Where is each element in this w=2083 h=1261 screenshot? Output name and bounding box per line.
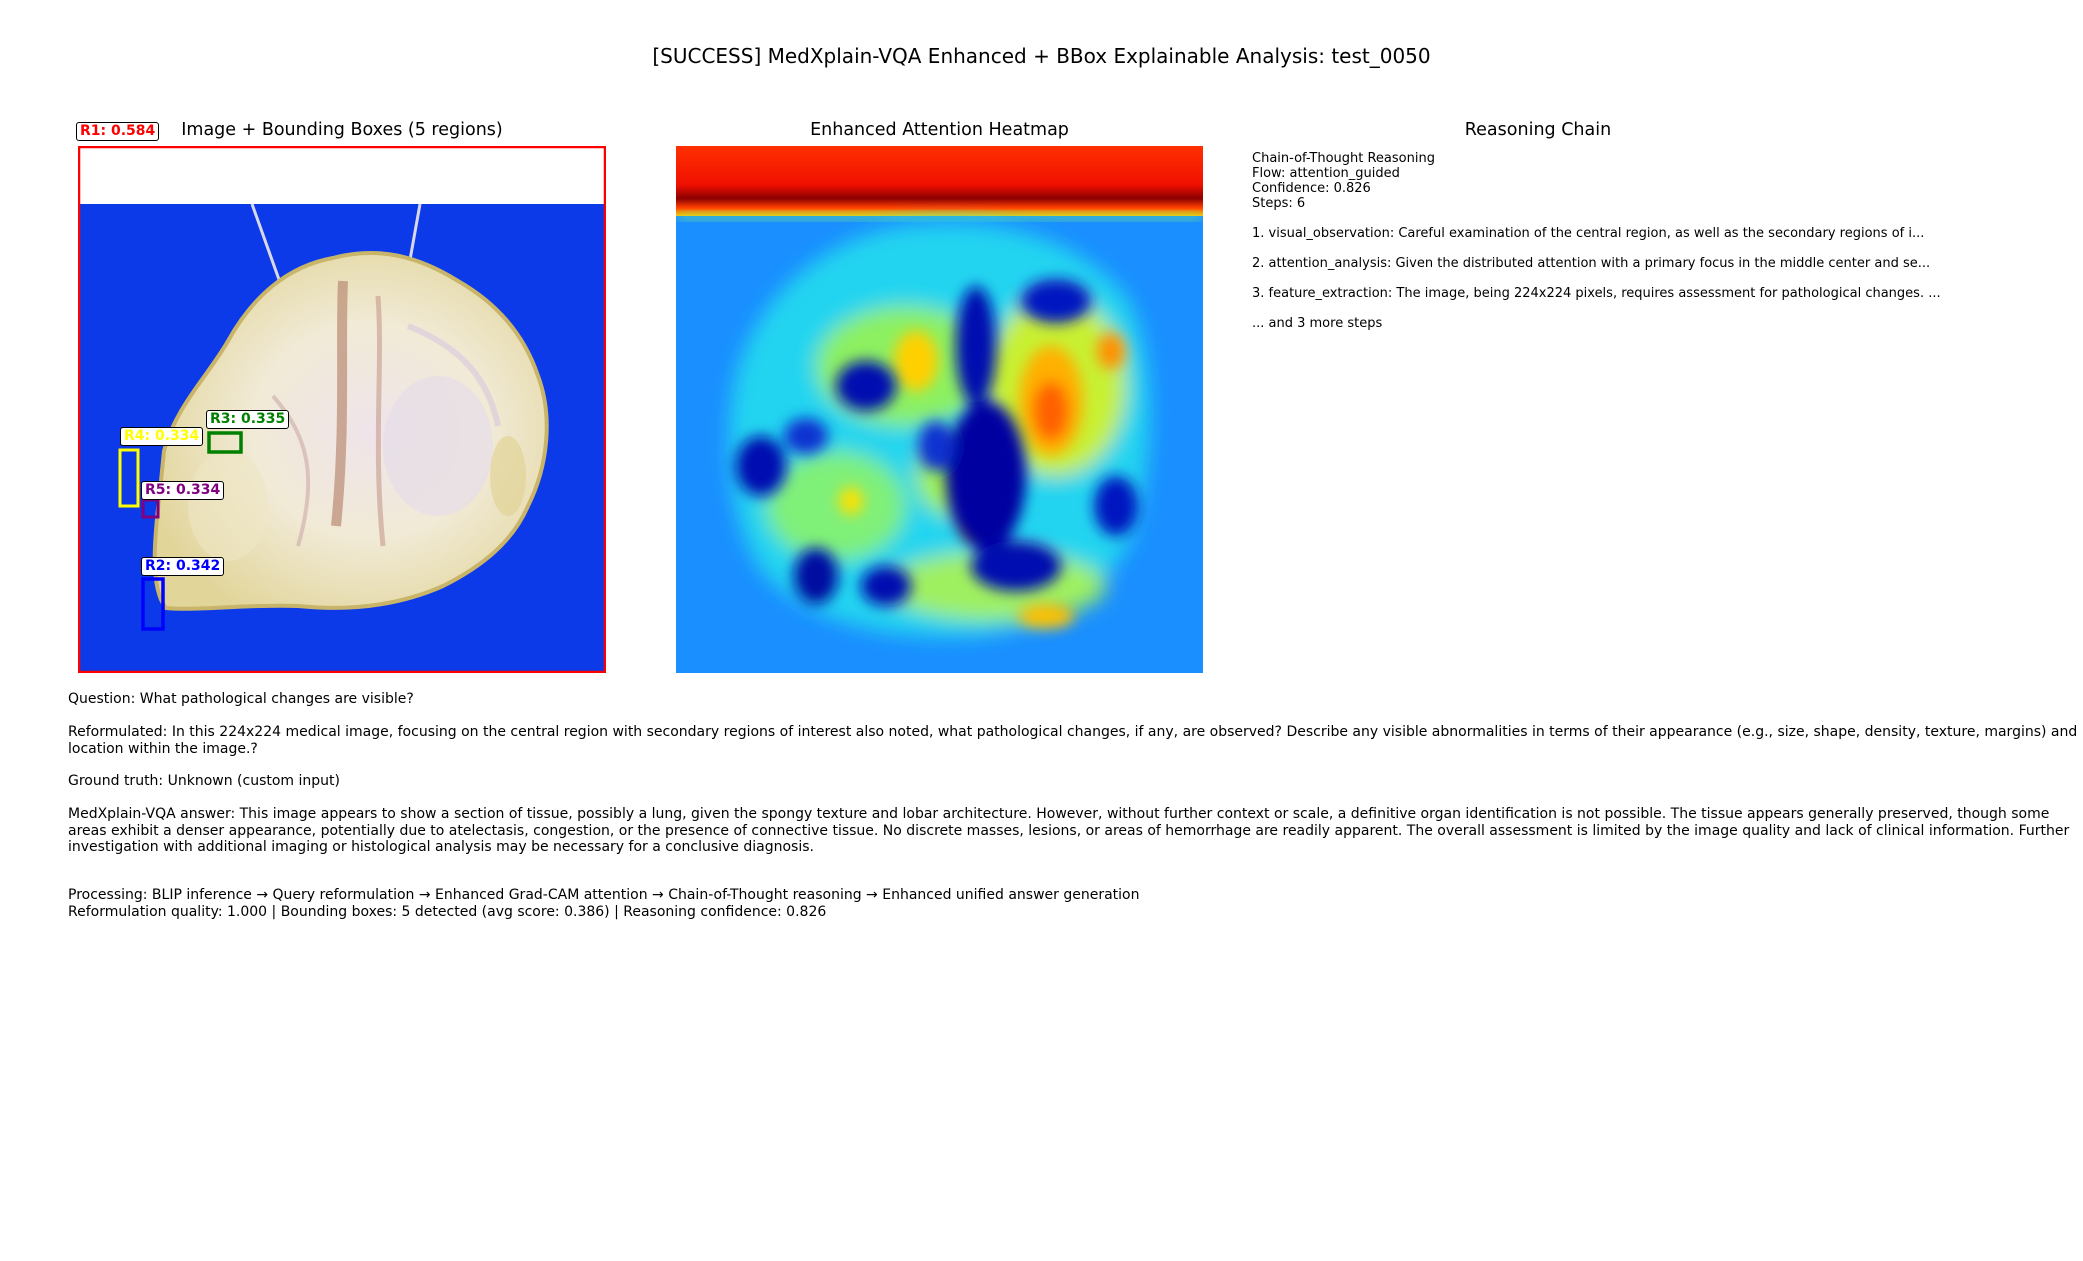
- bbox-label-r3: R3: 0.335: [206, 410, 290, 429]
- reasoning-header: Chain-of-Thought Reasoning: [1252, 151, 1435, 166]
- attention-heatmap: [676, 146, 1203, 673]
- image-panel: [78, 146, 606, 673]
- reasoning-step-3: 3. feature_extraction: The image, being …: [1252, 286, 1941, 301]
- figure-title: [SUCCESS] MedXplain-VQA Enhanced + BBox …: [652, 44, 1431, 68]
- summary-text: Reformulation quality: 1.000 | Bounding …: [68, 904, 827, 920]
- bbox-label-r5: R5: 0.334: [141, 481, 225, 500]
- reasoning-flow: Flow: attention_guided: [1252, 166, 1400, 181]
- reasoning-panel-title: Reasoning Chain: [1464, 120, 1612, 140]
- bbox-label-r1: R1: 0.584: [76, 122, 160, 141]
- bbox-label-r4: R4: 0.334: [120, 427, 204, 446]
- reformulated-text: Reformulated: In this 224x224 medical im…: [68, 724, 2078, 757]
- tissue-image: [78, 146, 606, 673]
- reasoning-step-2: 2. attention_analysis: Given the distrib…: [1252, 256, 1931, 271]
- heatmap-panel: [676, 146, 1203, 673]
- question-text: Question: What pathological changes are …: [68, 691, 414, 707]
- processing-text: Processing: BLIP inference → Query refor…: [68, 887, 1140, 903]
- figure: [SUCCESS] MedXplain-VQA Enhanced + BBox …: [0, 0, 2083, 1261]
- ground-truth-text: Ground truth: Unknown (custom input): [68, 773, 340, 789]
- bbox-label-r2: R2: 0.342: [141, 557, 225, 576]
- answer-text: MedXplain-VQA answer: This image appears…: [68, 806, 2070, 855]
- reasoning-step-1: 1. visual_observation: Careful examinati…: [1252, 226, 1925, 241]
- heatmap-panel-title: Enhanced Attention Heatmap: [810, 120, 1069, 140]
- reasoning-confidence: Confidence: 0.826: [1252, 181, 1371, 196]
- reasoning-steps-count: Steps: 6: [1252, 196, 1306, 211]
- reasoning-more-steps: ... and 3 more steps: [1252, 316, 1383, 331]
